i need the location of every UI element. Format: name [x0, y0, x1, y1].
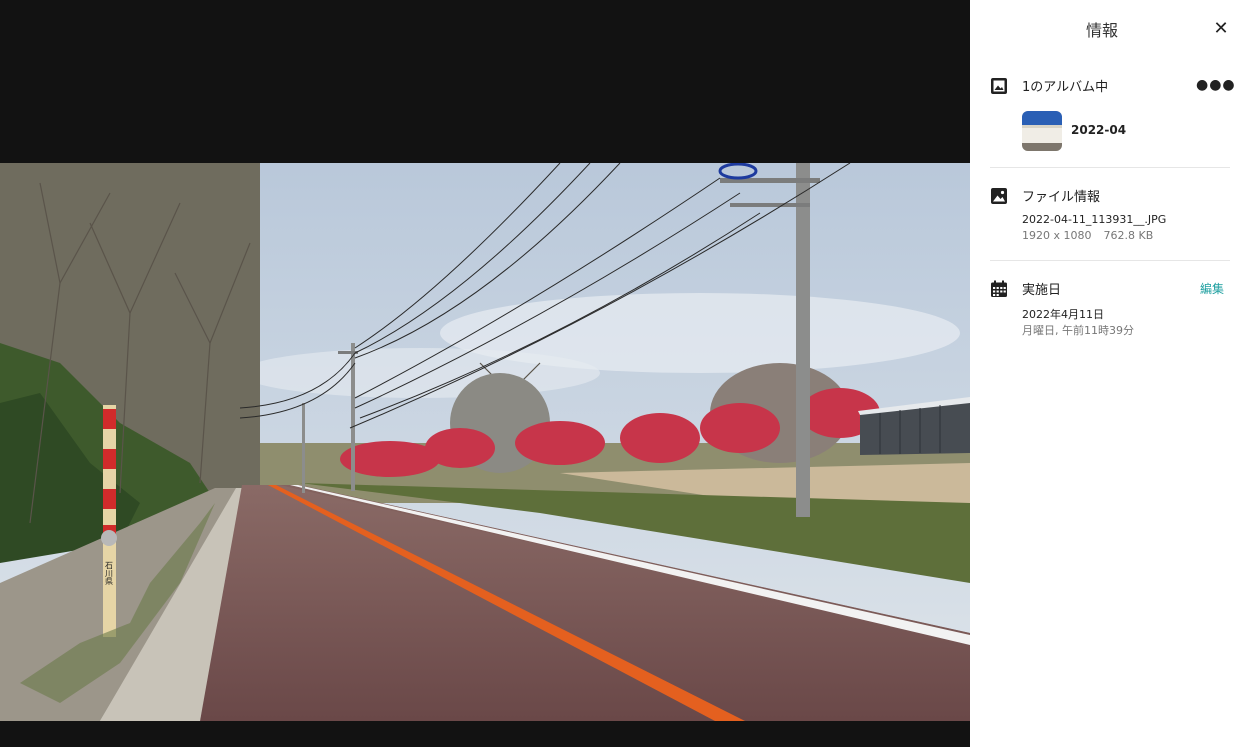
file-name: 2022-04-11_113931__.JPG	[1022, 213, 1167, 226]
close-icon[interactable]: ✕	[1210, 18, 1232, 40]
album-name[interactable]: 2022-04	[1071, 123, 1126, 137]
date-value: 2022年4月11日	[1022, 308, 1104, 321]
pole-label: 石川県	[105, 561, 114, 586]
date-heading: 実施日	[1022, 283, 1062, 298]
calendar-icon	[991, 280, 1007, 297]
more-dots-icon[interactable]: ●●●	[1196, 75, 1235, 95]
panel-title: 情報	[1085, 21, 1118, 40]
albums-heading: 1のアルバム中	[1022, 80, 1109, 95]
edit-date-button[interactable]: 編集	[1200, 280, 1224, 297]
info-panel: 情報 ✕ 1のアルバム中 ●●● 2022-04 ファイル情報 2022-04-…	[970, 0, 1244, 747]
file-info-heading: ファイル情報	[1022, 190, 1101, 205]
photo-viewer: 石川県	[0, 0, 970, 747]
road-photo: 石川県	[0, 163, 970, 721]
time-value: 月曜日, 午前11時39分	[1022, 324, 1134, 337]
album-icon	[991, 78, 1007, 94]
divider	[990, 260, 1230, 261]
album-thumbnail[interactable]	[1022, 111, 1062, 151]
divider	[990, 167, 1230, 168]
file-size: 762.8 KB	[1103, 229, 1154, 242]
file-dimensions: 1920 x 1080	[1022, 229, 1092, 242]
image-icon	[991, 188, 1007, 204]
file-meta: 1920 x 1080 762.8 KB	[1022, 229, 1153, 242]
